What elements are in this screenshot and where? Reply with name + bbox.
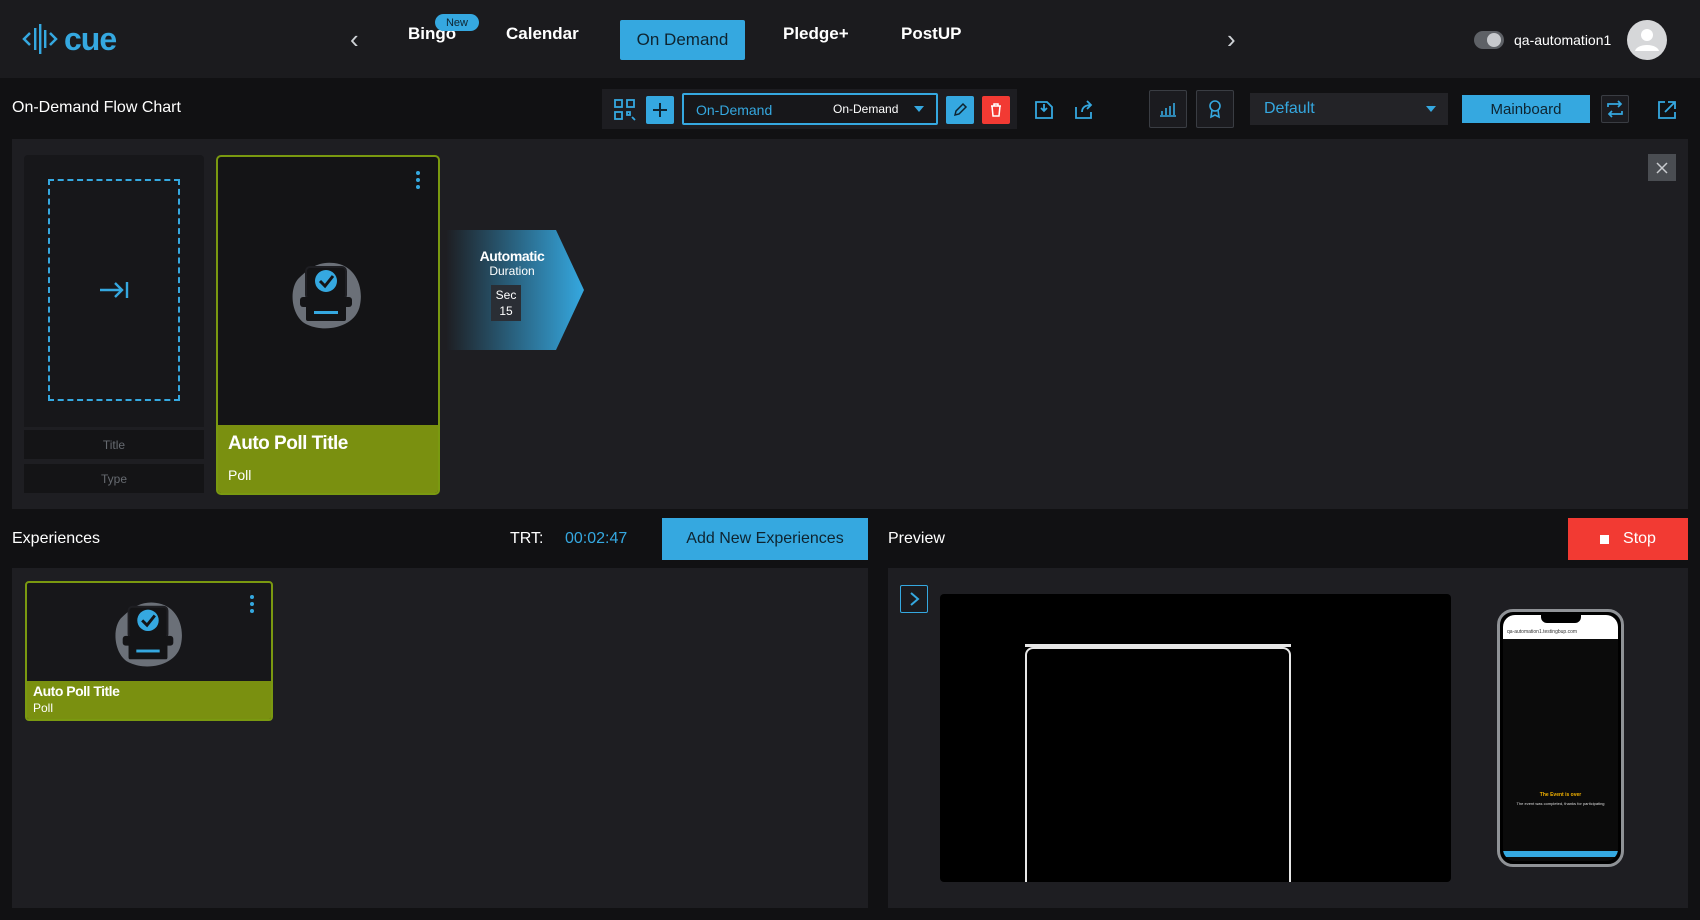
avatar[interactable] xyxy=(1627,20,1667,60)
card-title: Auto Poll Title xyxy=(33,683,120,699)
flow-select-dropdown[interactable]: On-Demand On-Demand xyxy=(682,93,938,125)
plus-icon xyxy=(653,103,667,117)
stop-button[interactable]: Stop xyxy=(1568,518,1688,560)
share-icon[interactable] xyxy=(1070,96,1098,124)
qr-code-icon[interactable] xyxy=(612,97,638,123)
add-flow-button[interactable] xyxy=(646,96,674,124)
nav-prev-chevron-icon[interactable]: ‹ xyxy=(350,24,359,55)
card-type: Poll xyxy=(33,701,54,715)
bar-chart-icon xyxy=(1160,103,1176,117)
page-title: On-Demand Flow Chart xyxy=(12,99,181,116)
edit-flow-button[interactable] xyxy=(946,96,974,124)
stop-square-icon xyxy=(1600,534,1610,544)
flow-type-value: On-Demand xyxy=(833,102,899,116)
nav-item-on-demand[interactable]: On Demand xyxy=(620,20,745,60)
delete-flow-button[interactable] xyxy=(982,96,1010,124)
expand-preview-button[interactable] xyxy=(900,585,928,613)
mainboard-button[interactable]: Mainboard xyxy=(1462,95,1590,123)
new-badge: New xyxy=(435,14,479,31)
pencil-icon xyxy=(953,102,968,117)
close-icon xyxy=(1656,161,1668,174)
external-link-icon[interactable] xyxy=(1653,96,1681,124)
import-icon[interactable] xyxy=(1030,96,1058,124)
phone-message-body: The event was completed, thanks for part… xyxy=(1516,801,1605,806)
experiences-title: Experiences xyxy=(12,530,101,547)
logo-text: cue xyxy=(64,20,117,57)
empty-slot-body xyxy=(24,155,204,427)
phone-message-title: The Event is over xyxy=(1539,792,1582,798)
card-type: Poll xyxy=(228,467,252,483)
preview-title: Preview xyxy=(888,530,945,547)
close-panel-button[interactable] xyxy=(1648,154,1676,181)
trt-label: TRT: xyxy=(510,530,544,547)
transition-label: Duration xyxy=(489,264,535,278)
chevron-down-icon xyxy=(1426,106,1436,112)
layout-dropdown[interactable]: Default xyxy=(1250,93,1448,125)
logo-wave-icon xyxy=(22,24,58,54)
top-navigation-bar: cue ‹ Bingo New Calendar On Demand Pledg… xyxy=(0,0,1700,78)
cue-logo[interactable]: cue xyxy=(22,20,117,58)
transition-mode: Automatic xyxy=(479,248,545,264)
flow-card-poll[interactable]: Auto Poll Title Poll xyxy=(216,155,440,495)
card-title: Auto Poll Title xyxy=(228,433,348,454)
experience-card[interactable]: Auto Poll Title Poll xyxy=(25,581,273,721)
user-icon xyxy=(1635,29,1659,51)
poll-check-icon xyxy=(115,602,182,667)
mobile-preview: qa-automation1.testingbup.com The Event … xyxy=(1497,609,1624,867)
award-ribbon-icon xyxy=(1209,100,1221,119)
theme-toggle[interactable] xyxy=(1474,31,1504,49)
duration-box: Sec 15 xyxy=(491,285,521,321)
drop-zone[interactable] xyxy=(48,179,180,401)
user-name: qa-automation1 xyxy=(1514,32,1612,48)
swap-arrows-icon xyxy=(1607,100,1623,118)
chevron-right-icon xyxy=(910,592,920,606)
mainboard-preview-screen xyxy=(940,594,1451,882)
trash-icon xyxy=(991,103,1001,117)
phone-footer-bar xyxy=(1503,851,1618,857)
preview-frame xyxy=(1025,647,1291,882)
card-footer: Auto Poll Title Poll xyxy=(218,425,438,493)
card-menu-icon[interactable] xyxy=(416,171,420,192)
phone-screen: qa-automation1.testingbup.com The Event … xyxy=(1503,615,1618,861)
card-footer: Auto Poll Title Poll xyxy=(27,681,271,719)
duration-unit: Sec xyxy=(495,288,517,302)
nav-item-postup[interactable]: PostUP xyxy=(901,24,961,44)
phone-url: qa-automation1.testingbup.com xyxy=(1507,629,1578,635)
stop-label: Stop xyxy=(1623,530,1656,547)
duration-value: 15 xyxy=(499,304,513,318)
poll-check-icon xyxy=(292,262,361,329)
swap-button[interactable] xyxy=(1601,95,1629,123)
insert-arrow-icon xyxy=(100,282,129,298)
card-menu-icon[interactable] xyxy=(250,595,254,616)
empty-flow-slot[interactable]: Title Type xyxy=(24,155,204,495)
transition-arrow[interactable]: Automatic Duration Sec 15 xyxy=(446,230,586,350)
nav-next-chevron-icon[interactable]: › xyxy=(1227,24,1236,55)
nav-item-pledge[interactable]: Pledge+ xyxy=(783,24,849,44)
trt-value: 00:02:47 xyxy=(565,530,628,547)
nav-item-calendar[interactable]: Calendar xyxy=(506,24,579,44)
analytics-button[interactable] xyxy=(1149,90,1187,128)
chevron-down-icon xyxy=(914,106,924,112)
flow-select-value: On-Demand xyxy=(696,102,773,118)
slot-type-field: Type xyxy=(24,464,204,493)
phone-notch xyxy=(1541,615,1581,623)
slot-title-field: Title xyxy=(24,430,204,459)
add-new-experiences-button[interactable]: Add New Experiences xyxy=(662,518,868,560)
layout-dropdown-value: Default xyxy=(1264,100,1315,117)
award-button[interactable] xyxy=(1196,90,1234,128)
